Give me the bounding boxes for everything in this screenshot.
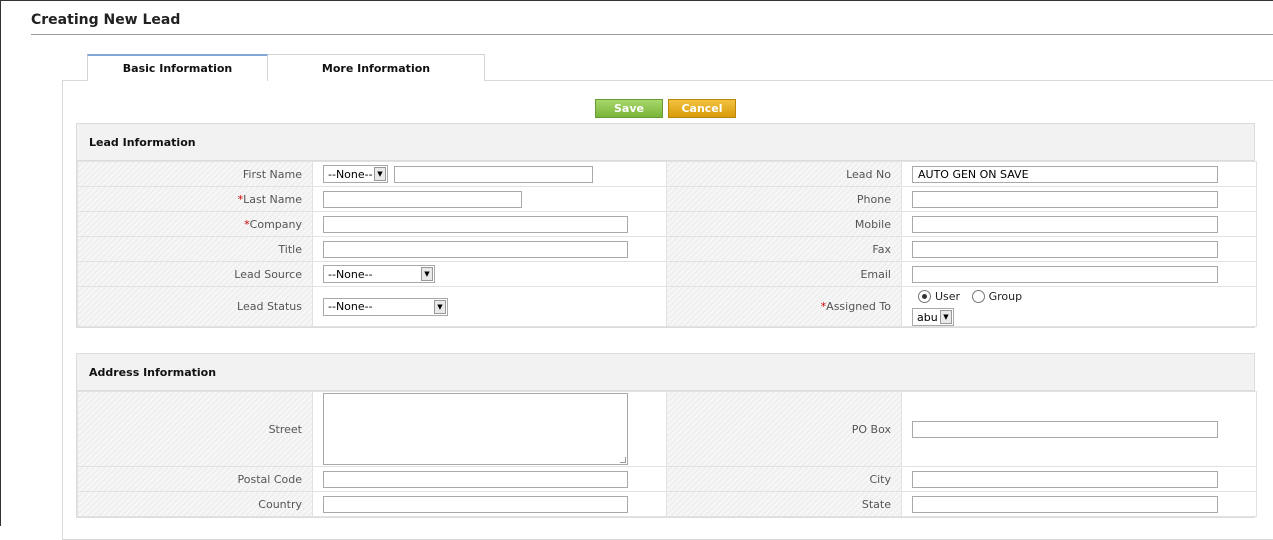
last-name-label-text: Last Name [243,192,302,206]
assigned-user-value: abu [917,310,938,324]
last-name-label: *Last Name [77,186,313,212]
state-label: State [666,491,902,517]
street-textarea[interactable] [323,393,628,465]
assign-group-label: Group [988,289,1023,303]
state-input[interactable] [912,495,1218,513]
company-label: *Company [77,211,313,237]
fax-label: Fax [666,236,902,262]
assigned-user-select[interactable]: abu ▼ [912,308,954,326]
assign-user-label: User [935,289,961,303]
country-label: Country [77,491,313,517]
page-title: Creating New Lead [31,12,181,28]
email-label: Email [666,261,902,287]
assigned-to-label-text: Assigned To [826,300,891,313]
last-name-input[interactable] [323,190,522,208]
company-label-text: Company [249,217,302,231]
lead-information-header: Lead Information [77,124,1254,161]
postal-code-input[interactable] [323,470,628,488]
country-input[interactable] [323,495,628,513]
lead-source-select[interactable]: --None-- ▼ [323,265,435,283]
phone-label: Phone [666,186,902,212]
po-box-label: PO Box [666,391,902,467]
phone-input[interactable] [912,190,1218,208]
lead-no-input[interactable]: AUTO GEN ON SAVE [912,165,1218,183]
salutation-value: --None-- [328,167,373,181]
chevron-down-icon: ▼ [421,267,433,281]
postal-code-label: Postal Code [77,466,313,492]
title-input[interactable] [323,240,628,258]
first-name-label: First Name [77,161,313,187]
mobile-input[interactable] [912,215,1218,233]
assign-group-radio[interactable] [971,289,985,303]
address-information-table: Street PO Box Postal Code City Country S… [77,391,1257,517]
title-label: Title [77,236,313,262]
city-input[interactable] [912,470,1218,488]
chevron-down-icon: ▼ [434,299,446,314]
assigned-to-label: *Assigned To [666,286,902,327]
assign-user-radio[interactable] [918,289,931,303]
first-name-input[interactable] [393,165,593,183]
title-divider [31,34,1273,35]
street-label: Street [77,391,313,467]
lead-information-table: First Name --None-- ▼ Lead No AUTO GEN O… [77,161,1257,327]
lead-status-select[interactable]: --None-- ▼ [323,297,448,316]
cancel-button[interactable]: Cancel [668,99,736,118]
lead-no-label: Lead No [666,161,902,187]
lead-source-label: Lead Source [77,261,313,287]
lead-information-block: Lead Information First Name --None-- ▼ L… [76,123,1257,328]
po-box-input[interactable] [912,420,1218,438]
city-label: City [666,466,902,492]
salutation-select[interactable]: --None-- ▼ [323,165,388,183]
mobile-label: Mobile [666,211,902,237]
lead-source-value: --None-- [328,267,373,281]
chevron-down-icon: ▼ [940,310,952,324]
lead-status-value: --None-- [328,300,373,313]
address-information-block: Address Information Street PO Box Postal… [76,353,1257,518]
save-button[interactable]: Save [595,99,663,118]
fax-input[interactable] [912,240,1218,258]
lead-status-label: Lead Status [77,286,313,327]
tab-basic-information[interactable]: Basic Information [87,54,268,81]
tab-more-information[interactable]: More Information [268,54,485,81]
chevron-down-icon: ▼ [374,167,386,181]
company-input[interactable] [323,215,628,233]
address-information-header: Address Information [77,354,1254,391]
email-input[interactable] [912,265,1218,283]
resize-grip-icon[interactable] [620,457,626,463]
